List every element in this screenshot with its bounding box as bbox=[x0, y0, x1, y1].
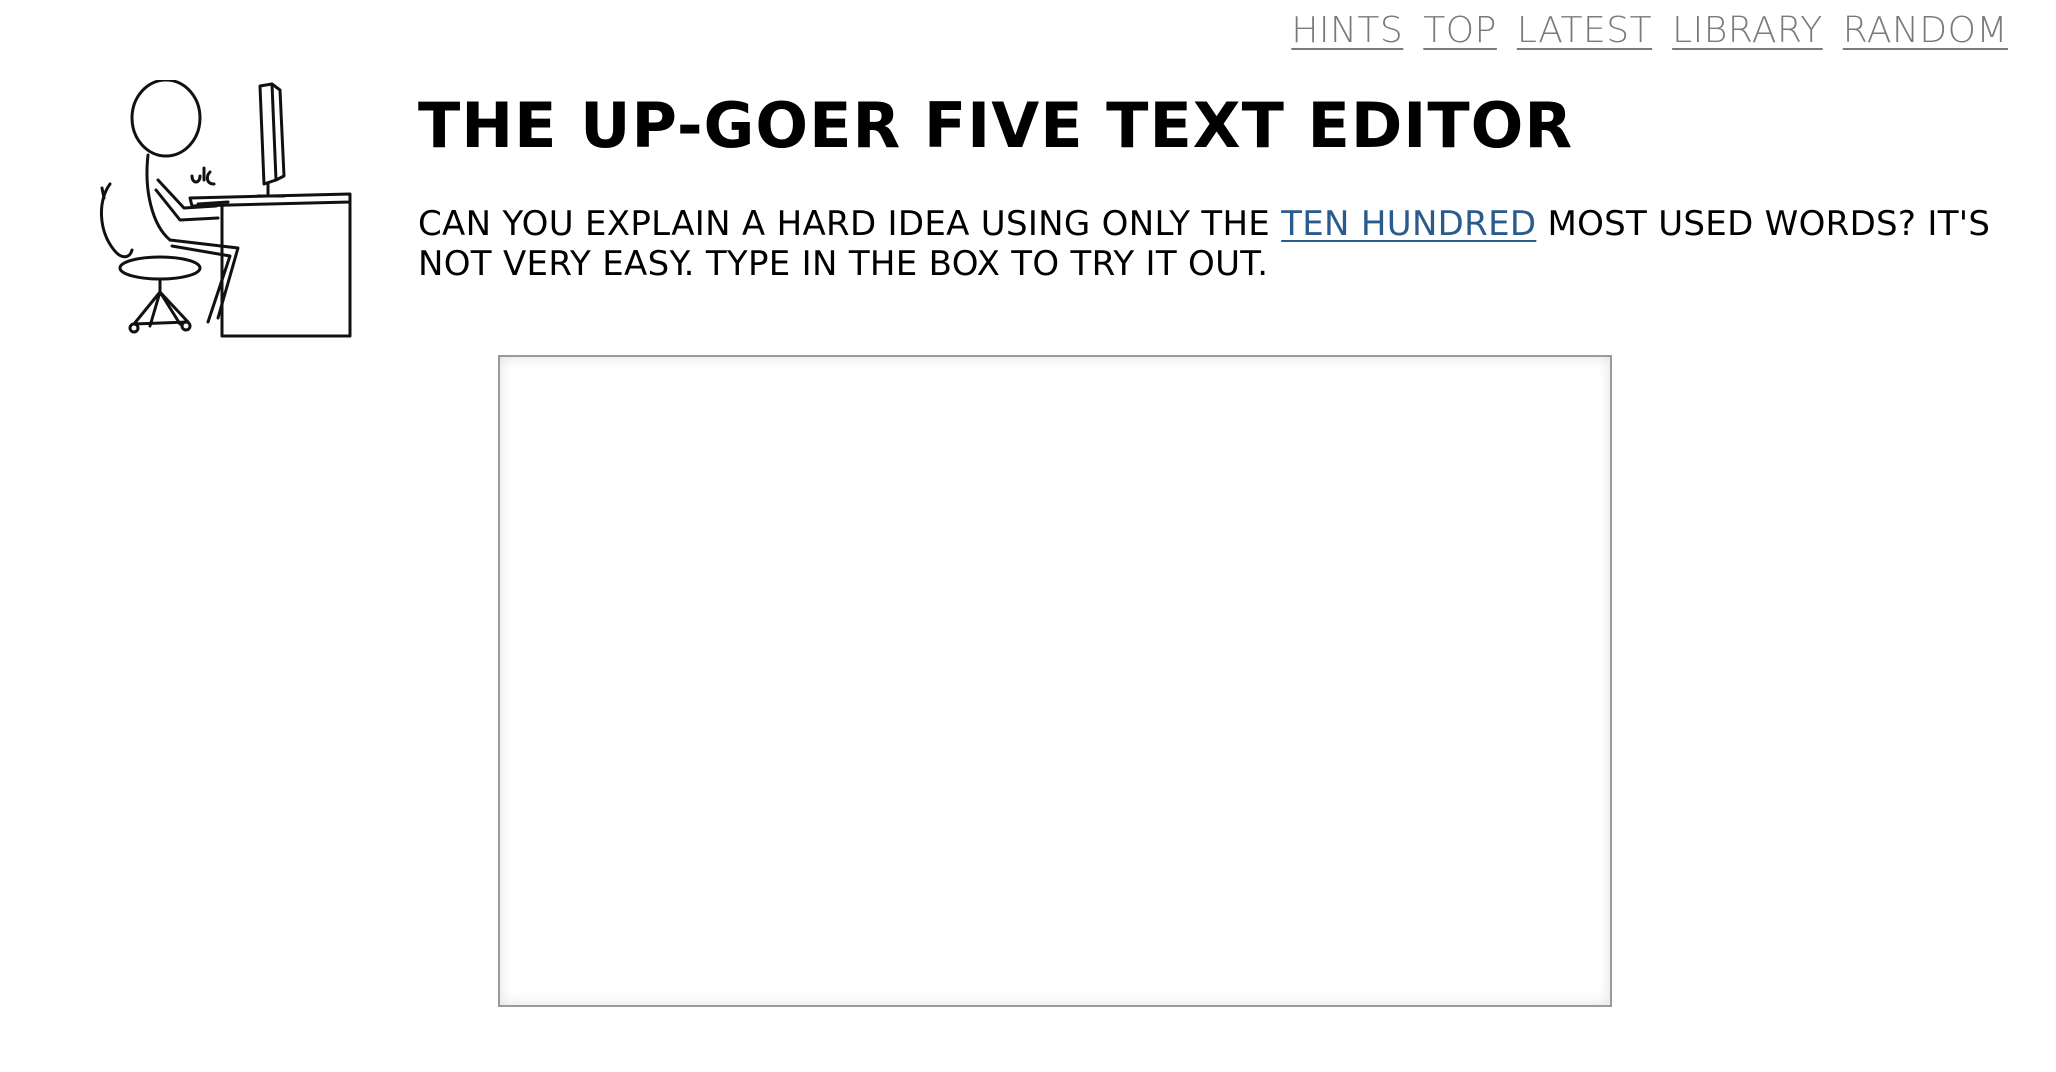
text-editor-input[interactable] bbox=[498, 355, 1612, 1007]
page-title: THE UP-GOER FIVE TEXT EDITOR bbox=[418, 89, 1574, 162]
nav-library-link[interactable]: LIBRARY bbox=[1672, 10, 1823, 51]
nav-top-link[interactable]: TOP bbox=[1423, 10, 1497, 51]
nav-hints-link[interactable]: HINTS bbox=[1291, 10, 1403, 51]
top-nav: HINTS TOP LATEST LIBRARY RANDOM bbox=[1291, 10, 2008, 51]
intro-text: CAN YOU EXPLAIN A HARD IDEA USING ONLY T… bbox=[418, 204, 2038, 284]
intro-text-start: CAN YOU EXPLAIN A HARD IDEA USING ONLY T… bbox=[418, 204, 1282, 244]
nav-latest-link[interactable]: LATEST bbox=[1517, 10, 1652, 51]
ten-hundred-link[interactable]: TEN HUNDRED bbox=[1281, 204, 1536, 244]
page: HINTS TOP LATEST LIBRARY RANDOM THE UP-G… bbox=[0, 0, 2056, 1072]
nav-random-link[interactable]: RANDOM bbox=[1843, 10, 2008, 51]
stick-figure-at-computer-icon bbox=[88, 78, 363, 350]
